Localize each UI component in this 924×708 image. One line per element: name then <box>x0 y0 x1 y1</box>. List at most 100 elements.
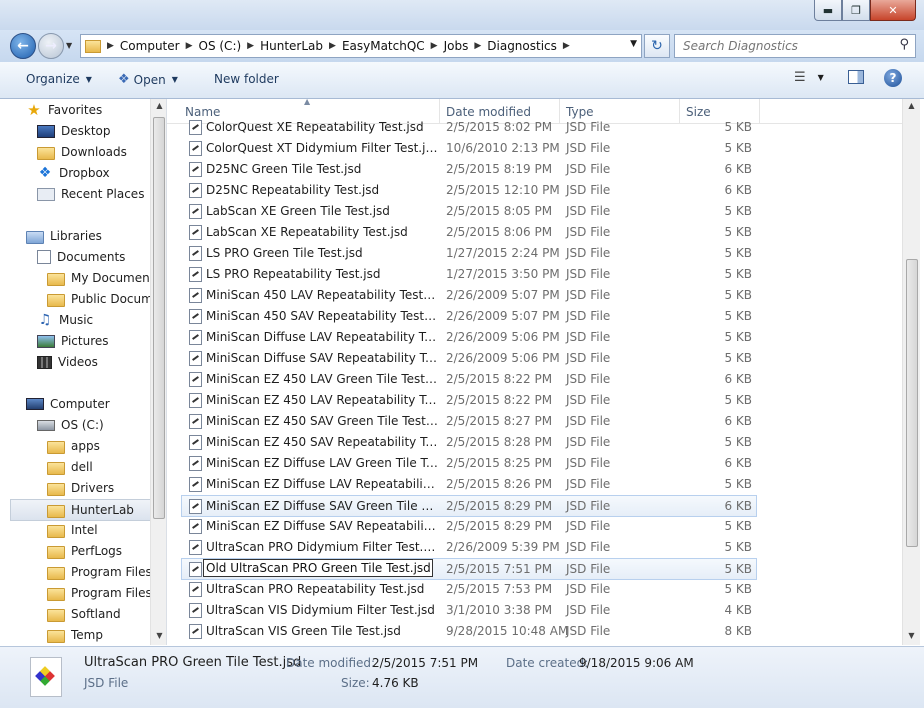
scroll-down-icon[interactable]: ▼ <box>151 631 166 640</box>
close-button[interactable]: ✕ <box>870 0 916 21</box>
sidebar-item-desktop[interactable]: Desktop <box>37 121 111 141</box>
table-row[interactable]: UltraScan VIS Green Tile Test.jsd 9/28/20… <box>182 621 756 641</box>
folder-icon <box>47 293 65 307</box>
breadcrumb-item[interactable]: Diagnostics ▶ <box>483 39 572 53</box>
minimize-button[interactable]: ▬ <box>814 0 842 21</box>
chevron-down-icon: ▼ <box>171 75 178 84</box>
search-icon[interactable]: ⚲ <box>899 37 909 52</box>
scroll-down-icon[interactable]: ▼ <box>903 631 920 640</box>
table-row[interactable]: LS PRO Green Tile Test.jsd 1/27/2015 2:24… <box>182 243 756 263</box>
breadcrumb-separator-icon[interactable]: ▶ <box>561 41 572 51</box>
preview-pane-button[interactable] <box>848 70 864 84</box>
maximize-button[interactable]: ❐ <box>842 0 870 21</box>
sort-ascending-icon: ▲ <box>304 99 311 106</box>
sidebar-item-libraries[interactable]: Libraries <box>26 226 102 246</box>
table-row[interactable]: MiniScan EZ Diffuse LAV Repeatability Te… <box>182 474 756 494</box>
breadcrumb-separator-icon[interactable]: ▶ <box>245 41 256 51</box>
sidebar-item-documents[interactable]: Documents <box>37 247 125 267</box>
file-size: 6 KB <box>724 499 752 513</box>
table-row[interactable]: MiniScan 450 LAV Repeatability Test.jsd 2… <box>182 285 756 305</box>
sidebar-item-perflogs[interactable]: PerfLogs <box>47 541 122 561</box>
back-button[interactable]: ← <box>10 33 36 59</box>
open-button[interactable]: ❖ Open ▼ <box>118 72 178 87</box>
rename-input[interactable] <box>203 559 433 577</box>
table-row[interactable]: MiniScan EZ Diffuse SAV Green Tile Test.… <box>181 495 757 517</box>
sidebar-item-drivers[interactable]: Drivers <box>47 478 114 498</box>
table-row[interactable]: MiniScan EZ Diffuse SAV Repeatability Te… <box>182 516 756 536</box>
refresh-button[interactable]: ↻ <box>644 34 670 58</box>
sidebar-item-dropbox[interactable]: ❖ Dropbox <box>37 163 110 183</box>
sidebar-item-music[interactable]: ♫ Music <box>37 310 93 330</box>
navigation-pane: ★ Favorites Desktop Downloads ❖ Dropbox Recent… <box>0 99 166 645</box>
jsd-file-icon <box>189 562 202 577</box>
table-row[interactable]: MiniScan EZ 450 SAV Green Tile Test.jsd 2… <box>182 411 756 431</box>
file-list-scroll-thumb[interactable] <box>906 259 918 547</box>
sidebar-scroll-thumb[interactable] <box>153 117 165 519</box>
sidebar-item-program-files-x86[interactable]: Program Files (x86) <box>47 583 166 603</box>
column-separator[interactable] <box>759 99 760 123</box>
new-folder-button[interactable]: New folder <box>214 72 279 86</box>
breadcrumb-separator-icon[interactable]: ▶ <box>429 41 440 51</box>
videos-icon <box>37 355 52 369</box>
table-row[interactable]: UltraScan PRO Repeatability Test.jsd 2/5/… <box>182 579 756 599</box>
table-row[interactable]: LabScan XE Green Tile Test.jsd 2/5/2015 8… <box>182 201 756 221</box>
breadcrumb-item[interactable]: Jobs ▶ <box>440 39 484 53</box>
breadcrumb-separator-icon[interactable]: ▶ <box>327 41 338 51</box>
address-dropdown-icon[interactable]: ▼ <box>630 39 637 49</box>
breadcrumb-item[interactable]: Computer ▶ <box>116 39 195 53</box>
table-row[interactable]: MiniScan EZ 450 LAV Repeatability Test.j… <box>182 390 756 410</box>
file-size: 5 KB <box>724 393 752 407</box>
breadcrumb-item[interactable]: HunterLab ▶ <box>256 39 338 53</box>
table-row[interactable]: MiniScan 450 SAV Repeatability Test.jsd 2… <box>182 306 756 326</box>
search-box[interactable]: ⚲ <box>674 34 916 58</box>
sidebar-item-pictures[interactable]: Pictures <box>37 331 109 351</box>
help-button[interactable]: ? <box>884 69 902 87</box>
sidebar-item-recent-places[interactable]: Recent Places <box>37 184 144 204</box>
table-row[interactable]: LS PRO Repeatability Test.jsd 1/27/2015 3… <box>182 264 756 284</box>
table-row[interactable]: ColorQuest XT Didymium Filter Test.jsd 10… <box>182 138 756 158</box>
table-row[interactable]: MiniScan Diffuse SAV Repeatability Test.… <box>182 348 756 368</box>
forward-button[interactable]: → <box>38 33 64 59</box>
file-list-scrollbar[interactable]: ▲ ▼ <box>902 99 920 645</box>
table-row[interactable]: MiniScan Diffuse LAV Repeatability Test.… <box>182 327 756 347</box>
table-row[interactable]: LabScan XE Repeatability Test.jsd 2/5/201… <box>182 222 756 242</box>
details-size: 4.76 KB <box>372 676 419 690</box>
file-type: JSD File <box>566 456 611 470</box>
table-row[interactable]: UltraScan PRO Didymium Filter Test.jsd 2/… <box>182 537 756 557</box>
table-row[interactable]: D25NC Green Tile Test.jsd 2/5/2015 8:19 P… <box>182 159 756 179</box>
sidebar-item-dell[interactable]: dell <box>47 457 93 477</box>
sidebar-item-computer[interactable]: Computer <box>26 394 110 414</box>
table-row[interactable]: ColorQuest XE Repeatability Test.jsd 2/5/… <box>182 117 756 137</box>
sidebar-item-temp[interactable]: Temp <box>47 625 103 645</box>
scroll-up-icon[interactable]: ▲ <box>151 101 166 110</box>
scroll-up-icon[interactable]: ▲ <box>903 101 920 110</box>
sidebar-item-public-documents[interactable]: Public Documents <box>47 289 166 309</box>
table-row[interactable]: MiniScan EZ 450 LAV Green Tile Test.jsd 2… <box>182 369 756 389</box>
table-row[interactable]: UltraScan VIS Didymium Filter Test.jsd 3/… <box>182 600 756 620</box>
table-row[interactable]: MiniScan EZ 450 SAV Repeatability Test.j… <box>182 432 756 452</box>
table-row[interactable]: MiniScan EZ Diffuse LAV Green Tile Test.… <box>182 453 756 473</box>
breadcrumb-item[interactable]: EasyMatchQC ▶ <box>338 39 440 53</box>
table-row[interactable]: 2/5/2015 7:51 PM JSD File 5 KB <box>181 558 757 580</box>
sidebar-scrollbar[interactable]: ▲ ▼ <box>150 99 166 645</box>
address-bar[interactable]: ▶ Computer ▶ OS (C:) ▶ HunterLab ▶ EasyMatchQC ▶… <box>80 34 642 58</box>
breadcrumb-item[interactable]: OS (C:) ▶ <box>195 39 257 53</box>
sidebar-item-apps[interactable]: apps <box>47 436 100 456</box>
search-input[interactable] <box>681 35 895 57</box>
sidebar-item-os-c[interactable]: OS (C:) <box>37 415 104 435</box>
breadcrumb-separator-icon[interactable]: ▶ <box>184 41 195 51</box>
sidebar-item-intel[interactable]: Intel <box>47 520 98 540</box>
recent-pages-dropdown[interactable]: ▼ <box>66 41 72 50</box>
sidebar-item-softland[interactable]: Softland <box>47 604 121 624</box>
sidebar-item-favorites[interactable]: ★ Favorites <box>26 100 102 120</box>
change-view-button[interactable]: ☰ ▼ <box>794 70 824 85</box>
breadcrumb-separator-icon[interactable]: ▶ <box>105 41 116 51</box>
sidebar-item-program-files[interactable]: Program Files <box>47 562 152 582</box>
organize-button[interactable]: Organize ▼ <box>26 72 92 86</box>
sidebar-item-videos[interactable]: Videos <box>37 352 98 372</box>
breadcrumb-separator-icon[interactable]: ▶ <box>472 41 483 51</box>
sidebar-item-my-documents[interactable]: My Documents <box>47 268 161 288</box>
sidebar-item-hunterlab[interactable]: HunterLab <box>10 499 166 521</box>
table-row[interactable]: D25NC Repeatability Test.jsd 2/5/2015 12:… <box>182 180 756 200</box>
sidebar-item-downloads[interactable]: Downloads <box>37 142 127 162</box>
